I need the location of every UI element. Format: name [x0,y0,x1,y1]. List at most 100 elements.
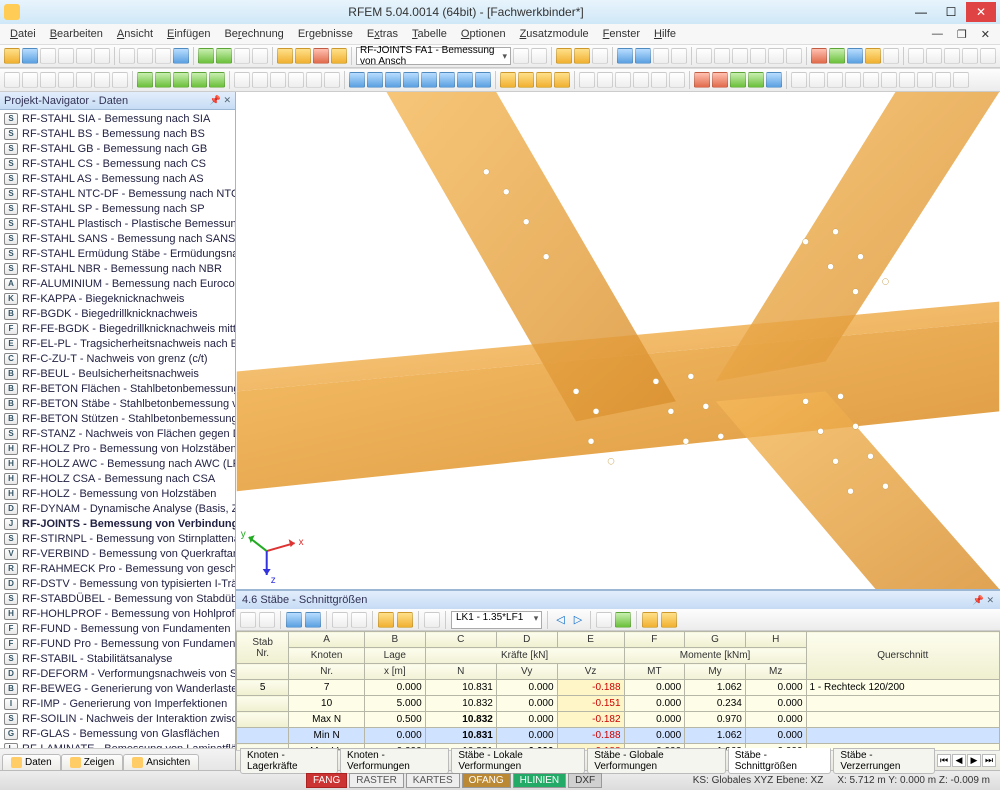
menu-einfuegen[interactable]: Einfügen [161,26,216,42]
tree-item[interactable]: BRF-BEUL - Beulsicherheitsnachweis [0,366,235,381]
maximize-button[interactable]: ☐ [936,2,966,22]
tool-icon[interactable] [367,72,383,88]
tool-icon[interactable] [917,72,933,88]
tree-item[interactable]: HRF-HOLZ CSA - Bemessung nach CSA [0,471,235,486]
tool-icon[interactable] [331,48,347,64]
tool-icon[interactable] [953,72,969,88]
tool-icon[interactable] [155,72,171,88]
tree-item[interactable]: SRF-STABDÜBEL - Bemessung von Stabdübelv… [0,591,235,606]
tree-item[interactable]: GRF-GLAS - Bemessung von Glasflächen [0,726,235,741]
tree-item[interactable]: SRF-STIRNPL - Bemessung von Stirnplatten… [0,531,235,546]
tool-icon[interactable] [935,72,951,88]
tree-item[interactable]: HRF-HOHLPROF - Bemessung von Hohlprofil-… [0,606,235,621]
tool-icon[interactable] [76,48,92,64]
tree-item[interactable]: CRF-C-ZU-T - Nachweis von grenz (c/t) [0,351,235,366]
tool-icon[interactable] [635,48,651,64]
tab-last[interactable]: ⏭ [982,754,996,767]
tool-icon[interactable] [653,48,669,64]
tool-icon[interactable] [240,612,256,628]
tree-item[interactable]: BRF-BETON Flächen - Stahlbetonbemessung … [0,381,235,396]
tool-icon[interactable] [574,48,590,64]
tree-item[interactable]: IRF-IMP - Generierung von Imperfektionen [0,696,235,711]
tool-icon[interactable] [259,612,275,628]
tree-item[interactable]: HRF-HOLZ Pro - Bemessung von Holzstäben [0,441,235,456]
tool-icon[interactable] [277,48,293,64]
tree-item[interactable]: SRF-STAHL Ermüdung Stäbe - Ermüdungsnach… [0,246,235,261]
tool-icon[interactable] [926,48,942,64]
menu-bearbeiten[interactable]: Bearbeiten [44,26,109,42]
tool-icon[interactable] [421,72,437,88]
tool-icon[interactable] [671,48,687,64]
tool-icon[interactable] [596,612,612,628]
tool-icon[interactable] [791,72,807,88]
tree-item[interactable]: BRF-BETON Stützen - Stahlbetonbemessung … [0,411,235,426]
tool-icon[interactable] [579,72,595,88]
tree-item[interactable]: HRF-HOLZ - Bemessung von Holzstäben [0,486,235,501]
tree-item[interactable]: SRF-STANZ - Nachweis von Flächen gegen D… [0,426,235,441]
tool-icon[interactable] [865,48,881,64]
tool-icon[interactable] [112,72,128,88]
tool-icon[interactable] [137,72,153,88]
tool-icon[interactable] [234,72,250,88]
results-grid[interactable]: StabNr.ABCDEFGHQuerschnittKnotenLageKräf… [236,631,1000,750]
menu-tabelle[interactable]: Tabelle [406,26,453,42]
toggle-fang[interactable]: FANG [306,773,347,788]
tree-item[interactable]: FRF-FE-BGDK - Biegedrillknicknachweis mi… [0,321,235,336]
tree-item[interactable]: DRF-DYNAM - Dynamische Analyse (Basis, Z… [0,501,235,516]
menu-ansicht[interactable]: Ansicht [111,26,159,42]
tool-icon[interactable] [556,48,572,64]
tree-item[interactable]: SRF-STAHL AS - Bemessung nach AS [0,171,235,186]
tool-icon[interactable] [750,48,766,64]
tree-item[interactable]: SRF-STAHL SANS - Bemessung nach SANS [0,231,235,246]
tool-icon[interactable] [908,48,924,64]
tree-item[interactable]: SRF-SOILIN - Nachweis der Interaktion zw… [0,711,235,726]
tool-icon[interactable] [209,72,225,88]
loadcase-combo[interactable]: LK1 - 1.35*LF1 [451,611,542,629]
nav-tab-daten[interactable]: Daten [2,754,61,770]
tool-icon[interactable] [306,72,322,88]
tool-icon[interactable] [270,72,286,88]
next-button[interactable]: ▷ [571,613,585,626]
tool-icon[interactable] [980,48,996,64]
result-tab[interactable]: Stäbe - Globale Verformungen [587,748,726,774]
tool-icon[interactable] [768,48,784,64]
tree-item[interactable]: VRF-VERBIND - Bemessung von Querkraftans… [0,546,235,561]
tool-icon[interactable] [349,72,365,88]
tree-item[interactable]: SRF-STABIL - Stabilitätsanalyse [0,651,235,666]
tool-icon[interactable] [305,612,321,628]
tool-icon[interactable] [500,72,516,88]
tree-item[interactable]: DRF-DEFORM - Verformungsnachweis von Stä… [0,666,235,681]
tool-icon[interactable] [592,48,608,64]
tree-item[interactable]: ARF-ALUMINIUM - Bemessung nach Eurocode … [0,276,235,291]
tool-icon[interactable] [76,72,92,88]
tool-icon[interactable] [712,72,728,88]
pin-icon[interactable]: 📌 ✕ [973,595,994,606]
tool-icon[interactable] [847,48,863,64]
tree-item[interactable]: SRF-STAHL Plastisch - Plastische Bemessu… [0,216,235,231]
tree-item[interactable]: FRF-FUND - Bemessung von Fundamenten [0,621,235,636]
toggle-raster[interactable]: RASTER [349,773,404,788]
tool-icon[interactable] [811,48,827,64]
tool-icon[interactable] [40,72,56,88]
tool-icon[interactable] [424,612,440,628]
tool-icon[interactable] [58,72,74,88]
3d-viewport[interactable]: x y z [236,92,1000,590]
tool-icon[interactable] [962,48,978,64]
tool-icon[interactable] [730,72,746,88]
tool-icon[interactable] [378,612,394,628]
tree-item[interactable]: SRF-STAHL SIA - Bemessung nach SIA [0,111,235,126]
tool-icon[interactable] [137,48,153,64]
close-button[interactable]: ✕ [966,2,996,22]
menu-optionen[interactable]: Optionen [455,26,512,42]
tool-icon[interactable] [669,72,685,88]
tree-item[interactable]: SRF-STAHL NBR - Bemessung nach NBR [0,261,235,276]
tool-icon[interactable] [351,612,367,628]
mdi-restore-button[interactable]: ❐ [951,26,973,43]
minimize-button[interactable]: — [906,2,936,22]
tool-icon[interactable] [536,72,552,88]
tool-icon[interactable] [191,72,207,88]
tool-icon[interactable] [475,72,491,88]
tool-icon[interactable] [286,612,302,628]
tree-item[interactable]: DRF-DSTV - Bemessung von typisierten I-T… [0,576,235,591]
tree-item[interactable]: SRF-STAHL GB - Bemessung nach GB [0,141,235,156]
